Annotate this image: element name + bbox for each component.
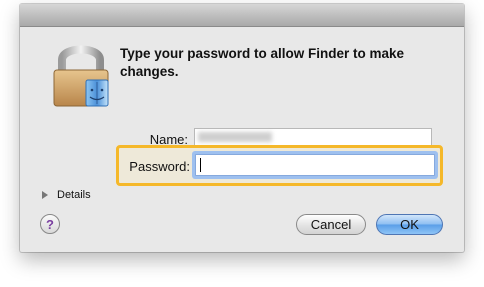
details-toggle[interactable]: Details: [42, 189, 91, 201]
details-label: Details: [57, 189, 91, 201]
dialog-titlebar: [20, 4, 464, 27]
name-field[interactable]: [194, 128, 432, 146]
disclosure-triangle-icon: [42, 191, 48, 199]
text-caret: [200, 158, 201, 172]
dialog-message: Type your password to allow Finder to ma…: [120, 46, 405, 79]
ok-button[interactable]: OK: [376, 214, 443, 235]
password-field[interactable]: [195, 154, 435, 176]
name-value-blurred: [198, 132, 272, 142]
authentication-dialog: Type your password to allow Finder to ma…: [20, 4, 464, 252]
help-button[interactable]: ?: [40, 214, 60, 234]
question-mark-icon: ?: [46, 216, 54, 232]
password-label: Password:: [129, 159, 190, 174]
lock-icon: [50, 40, 112, 110]
cancel-button[interactable]: Cancel: [296, 214, 366, 235]
